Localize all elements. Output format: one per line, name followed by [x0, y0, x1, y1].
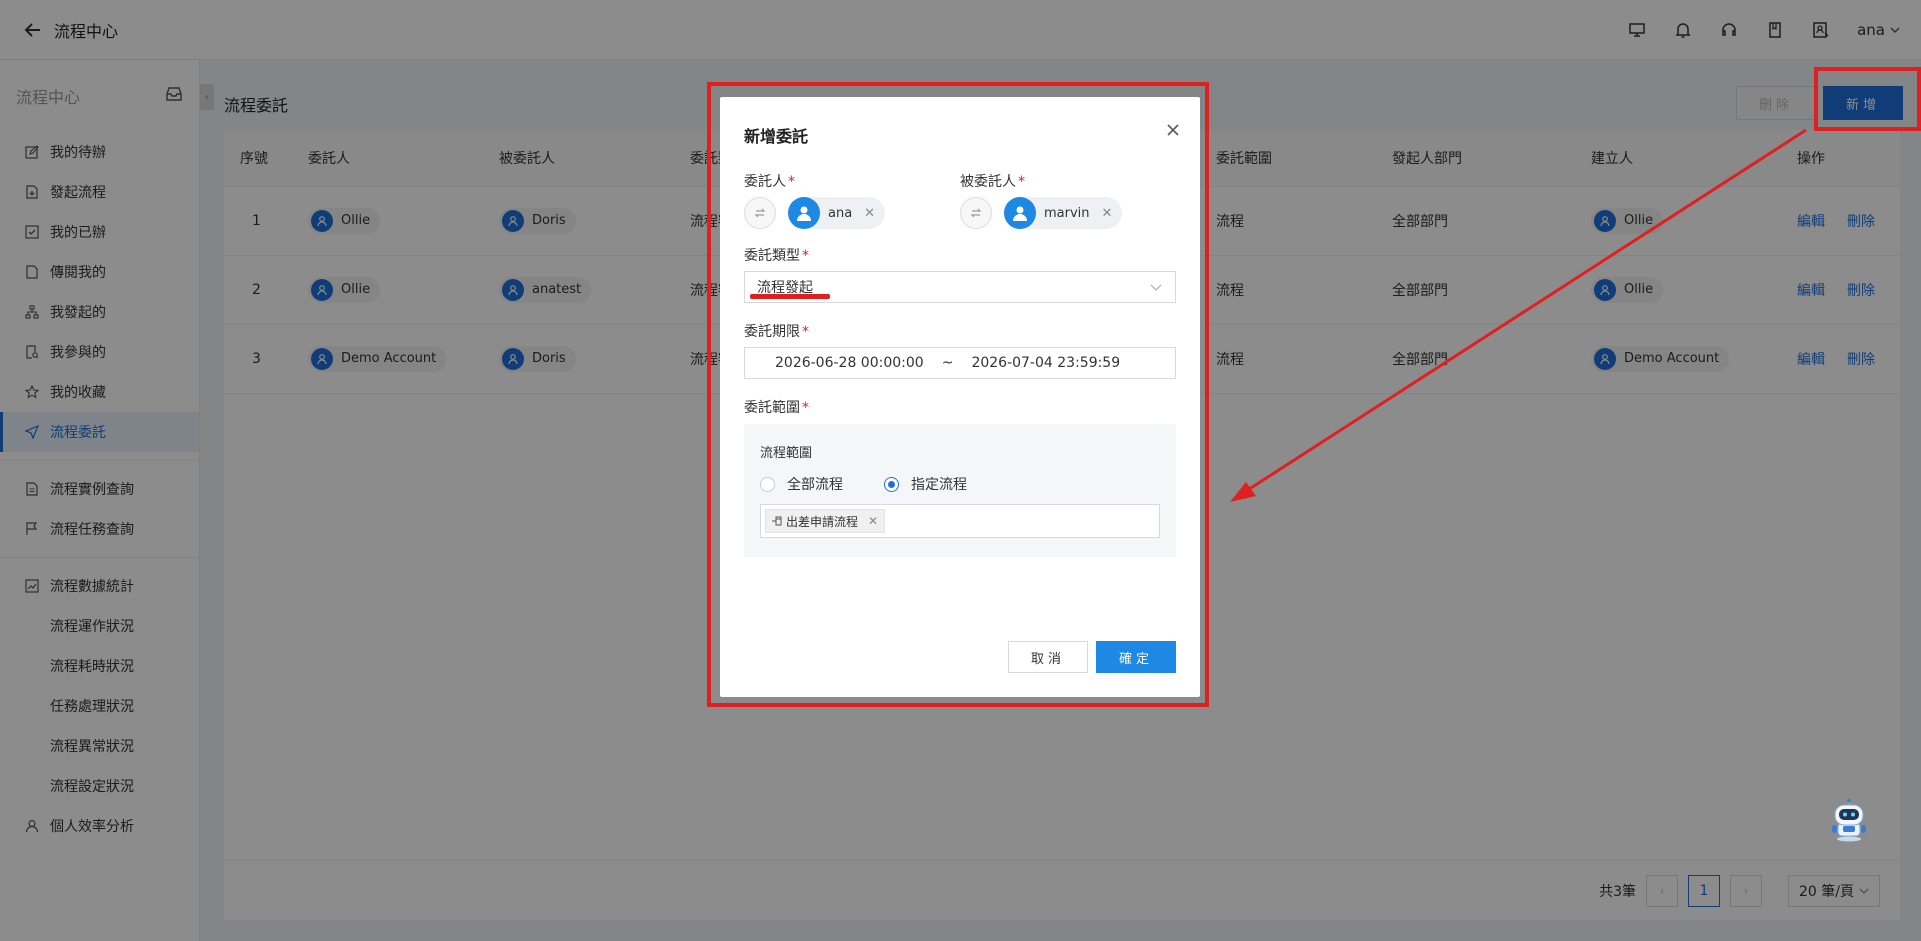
annotation-add-box [1814, 67, 1921, 131]
annotation-dialog-box [707, 82, 1209, 707]
assistant-robot-icon[interactable] [1826, 797, 1872, 843]
